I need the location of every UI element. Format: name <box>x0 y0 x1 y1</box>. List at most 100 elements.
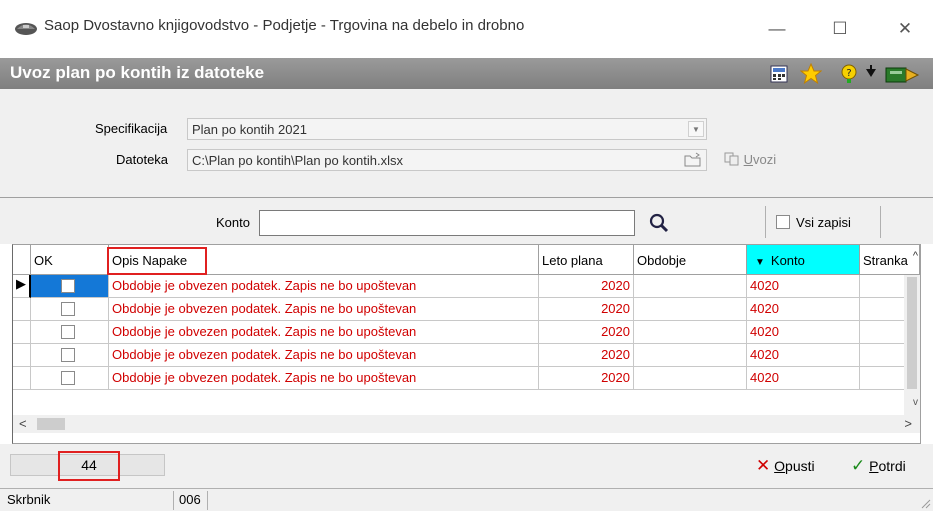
opusti-accesskey: O <box>774 458 786 474</box>
row-ok-checkbox[interactable] <box>61 371 75 385</box>
row-indicator <box>13 344 31 367</box>
opusti-label: pusti <box>785 458 815 474</box>
resize-grip-icon[interactable] <box>919 497 931 509</box>
highlight-box <box>58 451 120 481</box>
status-bar: Skrbnik 006 <box>0 488 933 511</box>
cell-ok[interactable] <box>31 367 109 390</box>
row-indicator-header <box>13 245 31 275</box>
potrdi-label: otrdi <box>878 458 906 474</box>
calculator-icon[interactable] <box>768 63 790 85</box>
row-indicator: ▶ <box>13 275 31 298</box>
import-form: Specifikacija Plan po kontih 2021 ▼ Dato… <box>0 89 933 197</box>
opusti-button[interactable]: ✕ Opusti <box>756 456 815 476</box>
browse-folder-icon[interactable] <box>684 152 702 168</box>
cell-konto[interactable]: 4020 <box>747 298 860 321</box>
cell-leto[interactable]: 2020 <box>539 298 634 321</box>
uvozi-label: vozi <box>753 152 777 167</box>
vertical-scrollbar[interactable] <box>904 275 920 415</box>
footer-bar: 44 ✕ Opusti ✓ Potrdi <box>0 444 933 488</box>
cell-konto[interactable]: 4020 <box>747 321 860 344</box>
row-indicator <box>13 367 31 390</box>
column-header-obdobje[interactable]: Obdobje <box>634 245 747 275</box>
row-ok-checkbox[interactable] <box>61 348 75 362</box>
cell-opis[interactable]: Obdobje je obvezen podatek. Zapis ne bo … <box>109 344 539 367</box>
chevron-down-icon[interactable]: ▼ <box>688 121 704 137</box>
cell-ok[interactable] <box>31 344 109 367</box>
checkmark-icon: ✓ <box>851 456 866 475</box>
window-title: Saop Dvostavno knjigovodstvo - Podjetje … <box>44 17 525 34</box>
scroll-left-icon[interactable]: < <box>19 416 27 431</box>
specifikacija-combo[interactable]: Plan po kontih 2021 ▼ <box>187 118 707 140</box>
help-icon[interactable]: ? <box>838 63 860 85</box>
vsi-zapisi-checkbox[interactable] <box>776 215 790 229</box>
cell-ok[interactable] <box>31 298 109 321</box>
maximize-button[interactable]: ☐ <box>820 14 860 44</box>
vsi-zapisi-label: Vsi zapisi <box>796 215 851 230</box>
specifikacija-label: Specifikacija <box>95 121 168 136</box>
uvozi-button[interactable]: Uvozi <box>724 152 776 167</box>
app-logo-icon <box>15 23 37 35</box>
cell-leto[interactable]: 2020 <box>539 344 634 367</box>
close-button[interactable]: ✕ <box>885 14 925 44</box>
scroll-thumb[interactable] <box>907 277 917 389</box>
status-skrbnik: Skrbnik <box>7 492 51 507</box>
scroll-thumb[interactable] <box>37 418 65 430</box>
cell-opis[interactable]: Obdobje je obvezen podatek. Zapis ne bo … <box>109 367 539 390</box>
cell-opis[interactable]: Obdobje je obvezen podatek. Zapis ne bo … <box>109 275 539 298</box>
current-row-arrow-icon: ▶ <box>16 276 26 291</box>
datoteka-input[interactable]: C:\Plan po kontih\Plan po kontih.xlsx <box>187 149 707 171</box>
cell-leto[interactable]: 2020 <box>539 367 634 390</box>
divider <box>173 491 174 510</box>
column-header-ok[interactable]: OK <box>31 245 109 275</box>
row-indicator <box>13 321 31 344</box>
window-titlebar: Saop Dvostavno knjigovodstvo - Podjetje … <box>0 0 933 58</box>
scroll-right-icon[interactable]: > <box>904 416 912 431</box>
cell-ok[interactable] <box>31 321 109 344</box>
minimize-button[interactable]: — <box>757 14 797 44</box>
column-header-leto-plana[interactable]: Leto plana <box>539 245 634 275</box>
svg-text:?: ? <box>846 68 851 79</box>
row-ok-checkbox[interactable] <box>61 325 75 339</box>
konto-label: Konto <box>216 215 250 230</box>
form-title: Uvoz plan po kontih iz datoteke <box>10 63 265 82</box>
status-code: 006 <box>179 492 201 507</box>
column-header-konto[interactable]: ▼ Konto <box>747 245 860 275</box>
data-grid[interactable]: OK Opis Napake Leto plana Obdobje ▼ Konto… <box>12 244 921 444</box>
cell-leto[interactable]: 2020 <box>539 321 634 344</box>
cell-obdobje[interactable] <box>634 321 747 344</box>
cell-ok[interactable] <box>31 275 109 298</box>
star-icon[interactable] <box>800 63 822 85</box>
row-ok-checkbox[interactable] <box>61 302 75 316</box>
cell-opis[interactable]: Obdobje je obvezen podatek. Zapis ne bo … <box>109 298 539 321</box>
cancel-x-icon: ✕ <box>756 456 771 475</box>
datoteka-value: C:\Plan po kontih\Plan po kontih.xlsx <box>192 153 404 168</box>
konto-search-input[interactable] <box>259 210 635 236</box>
row-ok-checkbox[interactable] <box>61 279 75 293</box>
scroll-down-icon[interactable]: v <box>913 397 918 408</box>
divider <box>880 206 881 238</box>
cell-konto[interactable]: 4020 <box>747 367 860 390</box>
cell-leto[interactable]: 2020 <box>539 275 634 298</box>
potrdi-button[interactable]: ✓ Potrdi <box>851 456 906 476</box>
column-header-stranka[interactable]: Stranka <box>860 245 920 275</box>
row-indicator <box>13 298 31 321</box>
scroll-up-icon[interactable]: ^ <box>913 250 918 262</box>
search-bar: Konto Vsi zapisi <box>0 197 933 244</box>
datoteka-label: Datoteka <box>116 152 169 167</box>
cell-obdobje[interactable] <box>634 367 747 390</box>
konto-header-label: Konto <box>770 253 805 268</box>
exit-icon[interactable] <box>880 63 922 85</box>
cell-opis[interactable]: Obdobje je obvezen podatek. Zapis ne bo … <box>109 321 539 344</box>
cell-konto[interactable]: 4020 <box>747 344 860 367</box>
uvozi-accesskey: U <box>743 152 754 167</box>
arrow-down-icon[interactable] <box>860 63 882 85</box>
copy-icon <box>724 152 739 166</box>
cell-obdobje[interactable] <box>634 298 747 321</box>
specifikacija-value: Plan po kontih 2021 <box>192 122 307 137</box>
cell-obdobje[interactable] <box>634 275 747 298</box>
cell-obdobje[interactable] <box>634 344 747 367</box>
search-icon[interactable] <box>648 212 670 234</box>
horizontal-scrollbar[interactable]: < > <box>13 415 920 433</box>
form-header: Uvoz plan po kontih iz datoteke ? <box>0 58 933 89</box>
cell-konto[interactable]: 4020 <box>747 275 860 298</box>
